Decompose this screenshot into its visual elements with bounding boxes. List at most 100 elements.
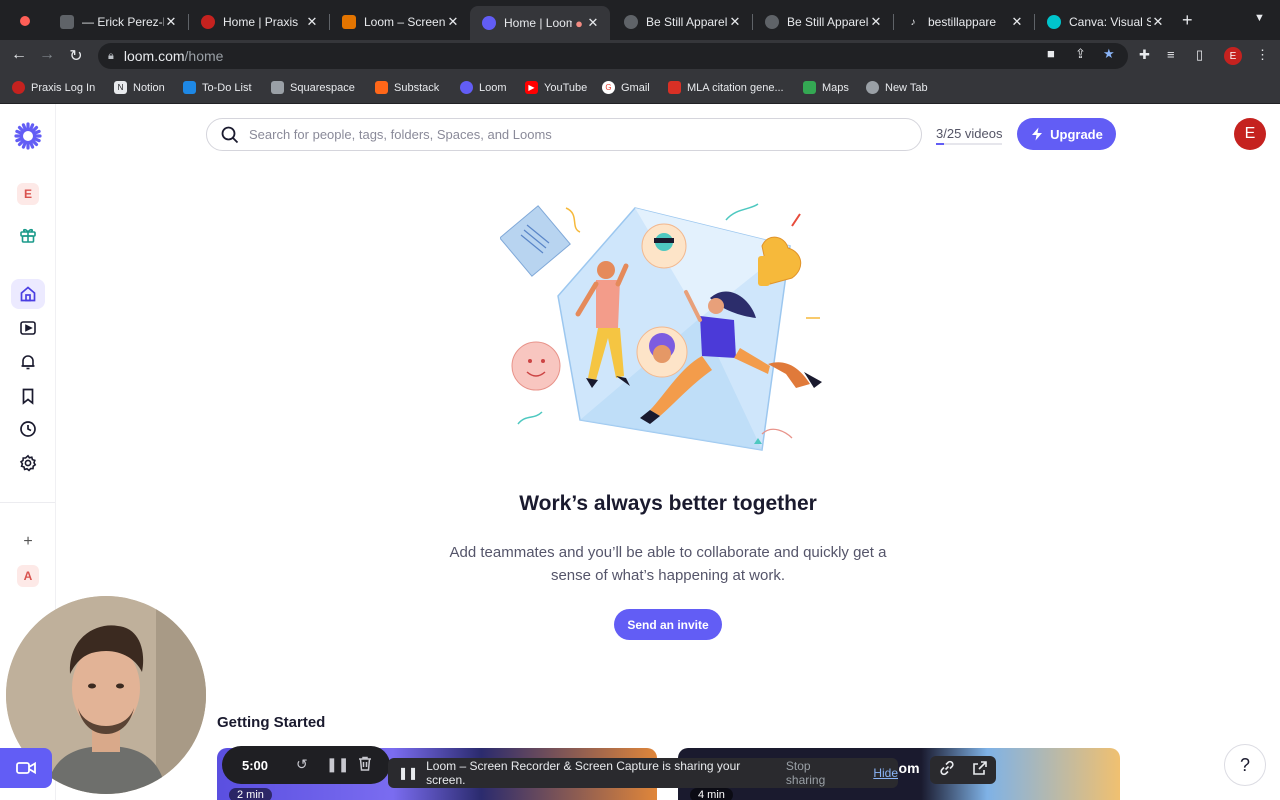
upgrade-button[interactable]: Upgrade — [1017, 118, 1116, 150]
new-tab-plus-icon[interactable]: + — [1182, 10, 1193, 31]
search-input[interactable] — [249, 127, 889, 142]
tab-favicon-icon — [60, 15, 74, 29]
screen-sharing-banner: ❚❚ Loom – Screen Recorder & Screen Captu… — [388, 758, 898, 788]
recording-timer: 5:00 — [242, 758, 269, 773]
tab-close-icon[interactable]: ✕ — [869, 14, 883, 30]
tab-close-icon[interactable]: ✕ — [164, 14, 178, 30]
bookmark-youtube[interactable]: ▶ YouTube — [525, 81, 587, 94]
bookmark-label: Notion — [133, 81, 165, 94]
link-icon[interactable] — [939, 760, 955, 781]
bookmark-label: Maps — [822, 81, 849, 94]
side-panel-icon[interactable]: ▯ — [1196, 47, 1203, 63]
gear-icon[interactable] — [11, 448, 45, 478]
tab-home-praxis[interactable]: Home | Praxis ✕ — [189, 6, 329, 38]
tab-loom-screen[interactable]: Loom – Screen ✕ — [330, 6, 470, 38]
url-path: /home — [184, 48, 224, 64]
tab-home-loom[interactable]: Home | Loom ● ✕ — [470, 6, 610, 40]
space-avatar[interactable]: A — [17, 565, 39, 587]
bell-icon[interactable] — [11, 347, 45, 377]
send-invite-button[interactable]: Send an invite — [614, 609, 722, 640]
video-usage-fill — [936, 143, 944, 145]
youtube-icon: ▶ — [525, 81, 538, 94]
bookmark-todo[interactable]: To-Do List — [183, 81, 252, 94]
stop-sharing-button[interactable]: Stop sharing — [786, 759, 849, 787]
tab-canva[interactable]: Canva: Visual S ✕ — [1035, 6, 1175, 38]
tab-title: Canva: Visual S — [1069, 15, 1151, 29]
bookmark-maps[interactable]: Maps — [803, 81, 849, 94]
help-button[interactable]: ? — [1224, 744, 1266, 786]
bookmark-mla[interactable]: MLA citation gene... — [668, 81, 784, 94]
canva-favicon-icon — [1047, 15, 1061, 29]
recording-indicator-icon: ● — [575, 15, 583, 31]
bookmark-label: Substack — [394, 81, 440, 94]
tab-be-still-apparel[interactable]: Be Still Apparel ✕ — [612, 6, 752, 38]
library-icon[interactable] — [11, 313, 45, 343]
bookmark-notion[interactable]: N Notion — [114, 81, 165, 94]
tab-close-icon[interactable]: ✕ — [1010, 14, 1024, 30]
bookmark-label: New Tab — [885, 81, 928, 94]
loom-favicon-icon — [482, 16, 496, 30]
forward-arrow-icon[interactable]: → — [37, 46, 57, 64]
extensions-puzzle-icon[interactable]: ✚ — [1139, 47, 1150, 63]
bookmark-praxis[interactable]: Praxis Log In — [12, 81, 95, 94]
tab-erick-perez[interactable]: — Erick Perez-N ✕ — [48, 6, 188, 38]
tab-bestillapparel-tiktok[interactable]: ♪ bestillappare ✕ — [894, 6, 1034, 38]
trello-icon — [183, 81, 196, 94]
kebab-menu-icon[interactable]: ⋮ — [1256, 47, 1269, 63]
bookmark-label: MLA citation gene... — [687, 81, 784, 94]
bookmark-label: Praxis Log In — [31, 81, 96, 94]
tab-title: bestillappare — [928, 15, 997, 29]
bookmark-new-tab[interactable]: New Tab — [866, 81, 928, 94]
lightning-icon — [1032, 127, 1043, 141]
tab-title: — Erick Perez-N — [82, 15, 164, 29]
tab-close-icon[interactable]: ✕ — [305, 14, 319, 30]
tab-title: Home | Praxis — [223, 15, 299, 29]
search-bar[interactable] — [206, 118, 922, 151]
hide-banner-link[interactable]: Hide — [873, 766, 898, 780]
camera-toggle-button[interactable] — [0, 748, 52, 788]
tab-close-icon[interactable]: ✕ — [586, 15, 600, 31]
share-icon[interactable]: ⇪ — [1075, 46, 1086, 62]
bookmark-squarespace[interactable]: Squarespace — [271, 81, 355, 94]
sharing-message: Loom – Screen Recorder & Screen Capture … — [426, 759, 741, 787]
gift-icon[interactable] — [11, 220, 45, 250]
tab-title: Home | Loom — [504, 16, 572, 30]
bookmark-icon[interactable] — [11, 381, 45, 411]
video-count[interactable]: 3/25 videos — [936, 126, 1003, 141]
video-usage-bar — [936, 143, 1002, 145]
bookmarks-bar: Praxis Log In N Notion To-Do List Squares… — [0, 72, 1280, 104]
home-icon[interactable] — [11, 279, 45, 309]
bookmark-star-icon[interactable]: ★ — [1103, 46, 1115, 62]
profile-avatar[interactable]: E — [1224, 47, 1242, 65]
tab-search-chevron-icon[interactable]: ▼ — [1254, 12, 1265, 24]
substack-icon — [375, 81, 388, 94]
reload-icon[interactable]: ↻ — [66, 46, 86, 66]
upgrade-label: Upgrade — [1050, 126, 1103, 142]
bookmark-loom[interactable]: Loom — [460, 81, 507, 94]
tab-be-still-apparel-2[interactable]: Be Still Apparel- ✕ — [753, 6, 893, 38]
bookmark-label: YouTube — [544, 81, 588, 94]
bookmark-label: Squarespace — [290, 81, 355, 94]
restart-icon[interactable]: ↺ — [296, 756, 308, 773]
external-link-icon[interactable] — [972, 760, 988, 781]
reading-list-icon[interactable]: ≡ — [1167, 47, 1175, 62]
tab-close-icon[interactable]: ✕ — [446, 14, 460, 30]
window-close-dot[interactable] — [20, 16, 30, 26]
user-avatar[interactable]: E — [1234, 118, 1266, 150]
empty-state-headline: Work’s always better together — [519, 492, 817, 515]
back-arrow-icon[interactable]: ← — [9, 46, 29, 64]
loom-logo-icon[interactable] — [14, 122, 42, 155]
globe-icon — [866, 81, 879, 94]
pause-icon[interactable]: ❚❚ — [326, 756, 349, 773]
tab-close-icon[interactable]: ✕ — [728, 14, 742, 30]
video-camera-icon — [16, 761, 36, 775]
clock-icon[interactable] — [11, 414, 45, 444]
address-bar[interactable]: 🔒︎ loom.com/home — [98, 43, 1128, 69]
trash-icon[interactable] — [358, 756, 372, 774]
camera-icon[interactable]: ■ — [1047, 46, 1055, 61]
add-space-button[interactable]: + — [11, 527, 45, 557]
bookmark-substack[interactable]: Substack — [375, 81, 439, 94]
bookmark-gmail[interactable]: G Gmail — [602, 81, 650, 94]
tab-close-icon[interactable]: ✕ — [1151, 14, 1165, 30]
workspace-avatar[interactable]: E — [17, 183, 39, 205]
